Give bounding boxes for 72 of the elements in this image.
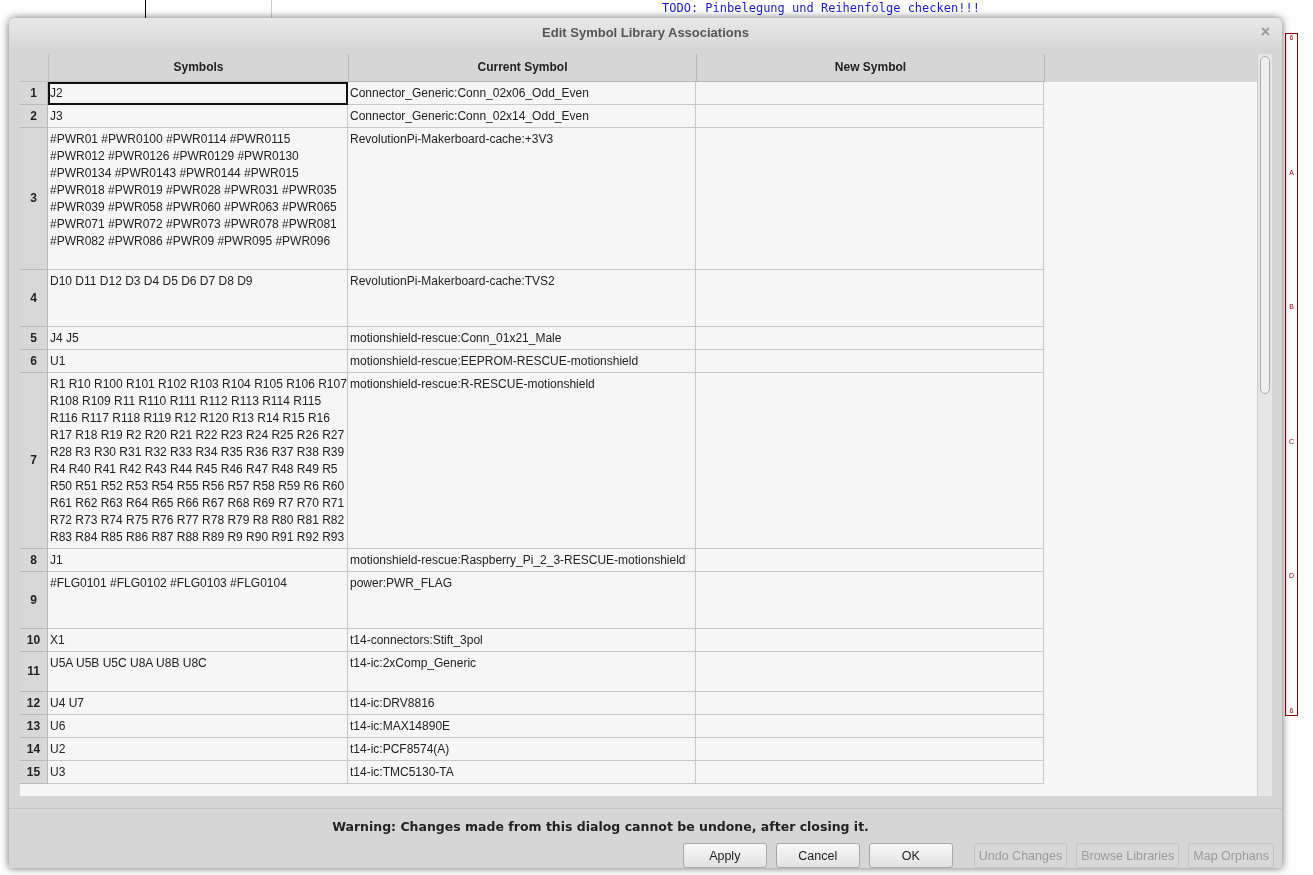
table-cell[interactable]: RevolutionPi-Makerboard-cache:TVS2 [348,269,696,327]
table-cell[interactable]: J1 [48,548,348,572]
schematic-note: TODO: Pinbelegung und Reihenfolge checken!!! [662,1,980,16]
dialog-button[interactable]: Apply [682,843,767,868]
table-cell[interactable]: Connector_Generic:Conn_02x14_Odd_Even [348,104,696,128]
empty-cell[interactable] [696,628,1044,652]
table-cell[interactable]: J2 [48,81,348,105]
row-header[interactable]: 1 [20,81,48,105]
row-header[interactable]: 5 [20,326,48,350]
row-header[interactable]: 11 [20,651,48,692]
column-header[interactable]: Symbols [49,53,349,82]
table-cell[interactable]: R1 R10 R100 R101 R102 R103 R104 R105 R106 R107 R108 R109 R11 R110 R111 R112 R113 R114 R115 R116 R117 R118 R119 R12 R120 R13 R14 R15 R16 R17 R18 R19 R2 R20 R21 R22 R23 R24 R25 R26 R27 R28 R3 R30 R31 R32 R33 R34 R35 R36 R37 R38 R39 R4 R40 R41 R42 R43 R44 R45 R46 R47 R48 R49 R5 R50 R51 R52 R53 R54 R55 R56 R57 R58 R59 R6 R60 R61 R62 R63 R64 R65 R66 R67 R68 R69 R7 R70 R71 R72 R73 R74 R75 R76 R77 R78 R79 R8 R80 R81 R82 R83 R84 R85 R86 R87 R88 R89 R9 R90 R91 R92 R93 [48,372,348,549]
table-cell[interactable]: #PWR01 #PWR0100 #PWR0114 #PWR0115 #PWR012 #PWR0126 #PWR0129 #PWR0130 #PWR0134 #PWR0143 #PWR0144 #PWR015 #PWR018 #PWR019 #PWR028 #PWR031 #PWR035 #PWR039 #PWR058 #PWR060 #PWR063 #PWR065 #PWR071 #PWR072 #PWR073 #PWR078 #PWR081 #PWR082 #PWR086 #PWR09 #PWR095 #PWR096 [48,127,348,270]
row-header[interactable]: 14 [20,737,48,761]
table-cell[interactable]: motionshield-rescue:Raspberry_Pi_2_3-RESCUE-motionshield [348,548,696,572]
table-cell[interactable]: J4 J5 [48,326,348,350]
table-cell[interactable]: t14-ic:DRV8816 [348,691,696,715]
column-header[interactable]: Current Symbol [349,53,697,82]
empty-cell[interactable] [696,127,1044,270]
table-cell[interactable]: Connector_Generic:Conn_02x06_Odd_Even [348,81,696,105]
table-cell[interactable]: U6 [48,714,348,738]
empty-cell[interactable] [696,372,1044,549]
row-header[interactable]: 6 [20,349,48,373]
empty-cell[interactable] [696,548,1044,572]
table-cell[interactable]: U1 [48,349,348,373]
table-cell[interactable]: motionshield-rescue:R-RESCUE-motionshield [348,372,696,549]
empty-cell[interactable] [696,269,1044,327]
empty-cell[interactable] [696,81,1044,105]
row-header[interactable]: 13 [20,714,48,738]
table-cell[interactable]: motionshield-rescue:EEPROM-RESCUE-motionshield [348,349,696,373]
row-header[interactable]: 12 [20,691,48,715]
table-cell[interactable]: t14-ic:PCF8574(A) [348,737,696,761]
table-cell[interactable]: #FLG0101 #FLG0102 #FLG0103 #FLG0104 [48,571,348,629]
table-cell[interactable]: power:PWR_FLAG [348,571,696,629]
table-cell[interactable]: t14-ic:MAX14890E [348,714,696,738]
empty-cell[interactable] [696,737,1044,761]
corner-cell [20,53,49,82]
scroll-thumb[interactable] [1260,55,1270,394]
empty-cell[interactable] [696,326,1044,350]
row-header[interactable]: 4 [20,269,48,327]
table-cell[interactable]: J3 [48,104,348,128]
table-cell[interactable]: D10 D11 D12 D3 D4 D5 D6 D7 D8 D9 [48,269,348,327]
row-header[interactable]: 2 [20,104,48,128]
table-cell[interactable]: X1 [48,628,348,652]
empty-cell[interactable] [696,691,1044,715]
row-header[interactable]: 3 [20,127,48,270]
row-header[interactable]: 8 [20,548,48,572]
row-header[interactable]: 15 [20,760,48,784]
window-title: Edit Symbol Library Associations [542,25,749,41]
empty-cell[interactable] [696,714,1044,738]
table-cell[interactable]: U4 U7 [48,691,348,715]
scrollbar[interactable] [1257,53,1272,796]
row-header[interactable]: 7 [20,372,48,549]
empty-cell[interactable] [696,651,1044,692]
table-cell[interactable]: U5A U5B U5C U8A U8B U8C [48,651,348,692]
table-cell[interactable]: RevolutionPi-Makerboard-cache:+3V3 [348,127,696,270]
empty-cell[interactable] [696,571,1044,629]
warning-text: Warning: Changes made from this dialog cannot be undone, after closing it. [332,819,869,834]
table-cell[interactable]: U3 [48,760,348,784]
table-cell[interactable]: motionshield-rescue:Conn_01x21_Male [348,326,696,350]
table-cell[interactable]: U2 [48,737,348,761]
table-cell[interactable]: t14-ic:TMC5130-TA [348,760,696,784]
dialog-button[interactable]: OK [868,843,953,868]
column-header[interactable]: New Symbol [697,53,1045,82]
table-cell[interactable]: t14-ic:2xComp_Generic [348,651,696,692]
empty-cell[interactable] [696,760,1044,784]
empty-cell[interactable] [696,104,1044,128]
row-header[interactable]: 10 [20,628,48,652]
empty-cell[interactable] [696,349,1044,373]
row-header[interactable]: 9 [20,571,48,629]
dialog-button[interactable]: Cancel [775,843,860,868]
table-cell[interactable]: t14-connectors:Stift_3pol [348,628,696,652]
